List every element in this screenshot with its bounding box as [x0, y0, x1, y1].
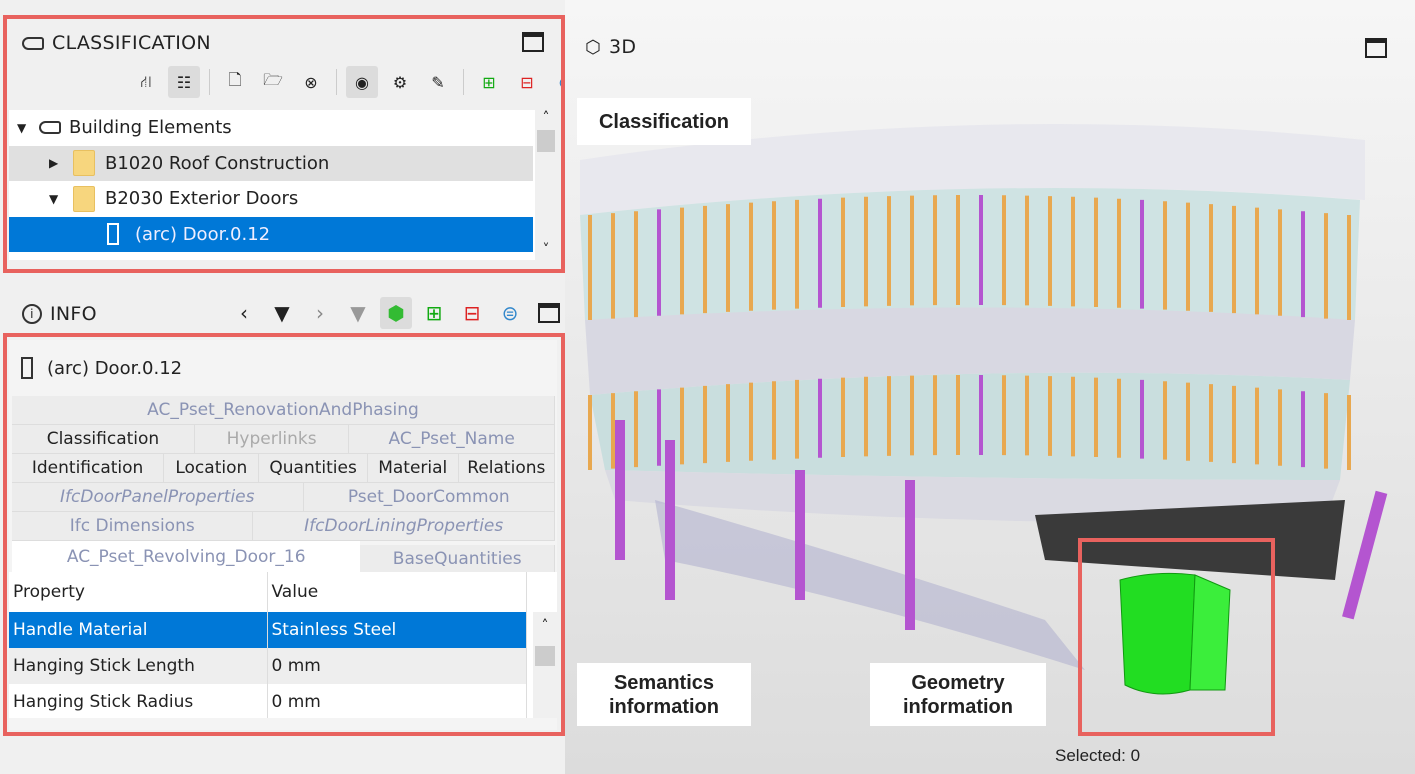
tag-icon [39, 121, 61, 135]
tab-relations[interactable]: Relations [458, 454, 555, 482]
divider [209, 69, 210, 95]
selection-status: Selected: 0 [1055, 746, 1141, 765]
tab-ifc-dimensions[interactable]: Ifc Dimensions [12, 512, 254, 540]
classification-header: CLASSIFICATION [22, 32, 211, 54]
info-toolbar: ‹ ▼ › ▼ ⬢ ⊞ ⊟ ⊜ [228, 297, 560, 329]
maximize-icon[interactable] [522, 32, 544, 52]
tree-item[interactable]: ▶ B1020 Roof Construction [9, 145, 533, 181]
new-file-icon[interactable]: 🗋 [219, 66, 251, 98]
door-icon [107, 223, 119, 246]
classification-tree: ▼ Building Elements ▶ B1020 Roof Construct… [9, 110, 557, 260]
tree-item[interactable]: ▼ B2030 Exterior Doors [9, 181, 557, 217]
forward-arrow-icon[interactable]: › [304, 297, 336, 329]
info-icon: i [22, 304, 42, 324]
bag-remove-icon[interactable]: ⊟ [511, 66, 543, 98]
divider [336, 69, 337, 95]
maximize-icon[interactable] [538, 303, 560, 323]
classification-toolbar: ⛙ ☷ 🗋 🗁 ⊗ ◉ ⚙ ✎ ⊞ ⊟ ⊜ [130, 66, 581, 98]
dropdown-disabled-icon: ▼ [350, 301, 366, 325]
value-cell: Stainless Steel [267, 612, 527, 648]
tab-location[interactable]: Location [164, 454, 260, 482]
table-row-selected[interactable]: Handle Material Stainless Steel [9, 612, 527, 648]
open-folder-icon[interactable]: 🗁 [257, 66, 289, 98]
bag-equal-icon[interactable]: ⊜ [494, 297, 526, 329]
element-name: (arc) Door.0.12 [47, 357, 183, 379]
tree-item[interactable]: ▼ Building Elements [9, 110, 557, 146]
selected-door-wing [1189, 574, 1231, 691]
expanded-triangle-icon[interactable]: ▼ [17, 121, 31, 135]
bag-remove-icon[interactable]: ⊟ [456, 297, 488, 329]
back-arrow-icon[interactable]: ‹ [228, 297, 260, 329]
table-scrollbar[interactable]: ˄ [533, 612, 557, 718]
value-cell: 0 mm [267, 684, 527, 718]
tab-ifc-door-panel[interactable]: IfcDoorPanelProperties [12, 483, 304, 511]
classification-title: CLASSIFICATION [52, 32, 211, 54]
select-objects-icon[interactable]: ⬢ [380, 297, 412, 329]
info-title: INFO [50, 303, 97, 325]
annotation-geometry: Geometry information [870, 663, 1046, 726]
upper-glazing [580, 188, 1360, 320]
info-header: i INFO [22, 303, 97, 325]
tag-icon [22, 36, 44, 50]
divider [463, 69, 464, 95]
selected-door-geometry [1119, 572, 1196, 695]
tree-item-label: B1020 Roof Construction [105, 152, 330, 174]
close-circle-icon[interactable]: ⊗ [295, 66, 327, 98]
tab-pset-door-common[interactable]: Pset_DoorCommon [303, 483, 555, 511]
door-icon [21, 357, 33, 379]
tree-list-icon[interactable]: ☷ [168, 66, 200, 98]
tree-scrollbar[interactable]: ˄ ˅ [535, 110, 557, 260]
column-header-property[interactable]: Property [9, 572, 268, 612]
edit-document-icon[interactable]: ✎ [422, 66, 454, 98]
tab-renovation[interactable]: AC_Pset_RenovationAndPhasing [12, 396, 555, 424]
tab-ifc-door-lining[interactable]: IfcDoorLiningProperties [253, 512, 555, 540]
folder-icon [73, 150, 95, 177]
info-content: (arc) Door.0.12 AC_Pset_RenovationAndPha… [9, 340, 557, 730]
dropdown-icon[interactable]: ▼ [266, 297, 298, 329]
gear-icon[interactable]: ⚙ [384, 66, 416, 98]
tree-item-label: Building Elements [69, 117, 232, 139]
property-cell: Handle Material [9, 612, 268, 648]
tab-classification[interactable]: Classification [12, 425, 195, 453]
tree-item-label: B2030 Exterior Doors [105, 188, 299, 210]
property-cell: Hanging Stick Radius [9, 684, 268, 718]
table-row[interactable]: Hanging Stick Length 0 mm [9, 648, 527, 684]
left-panel: CLASSIFICATION ⛙ ☷ 🗋 🗁 ⊗ ◉ ⚙ ✎ ⊞ ⊟ ⊜ ▼ Bu… [0, 0, 572, 774]
tab-base-quantities[interactable]: BaseQuantities [360, 545, 555, 572]
tab-identification[interactable]: Identification [12, 454, 165, 482]
property-tabs: AC_Pset_RenovationAndPhasing Classificat… [12, 396, 555, 572]
folder-icon [73, 185, 95, 212]
tab-quantities[interactable]: Quantities [259, 454, 368, 482]
tab-ac-pset-name[interactable]: AC_Pset_Name [349, 425, 555, 453]
element-title: (arc) Door.0.12 [9, 340, 557, 396]
tab-material[interactable]: Material [367, 454, 459, 482]
value-cell: 0 mm [267, 648, 527, 684]
tree-item-label: (arc) Door.0.12 [135, 223, 271, 245]
tab-hyperlinks[interactable]: Hyperlinks [194, 425, 350, 453]
column-header-value[interactable]: Value [267, 572, 527, 612]
tab-revolving-door-active[interactable]: AC_Pset_Revolving_Door_16 [12, 541, 361, 572]
property-cell: Hanging Stick Length [9, 648, 268, 684]
ground-facade [655, 500, 1085, 670]
tree-item-selected[interactable]: (arc) Door.0.12 [9, 216, 533, 252]
hide-eye-icon[interactable]: ◉ [346, 66, 378, 98]
table-header: Property Value [9, 572, 527, 612]
table-row[interactable]: Hanging Stick Radius 0 mm [9, 684, 527, 718]
bag-add-icon[interactable]: ⊞ [418, 297, 450, 329]
bag-add-icon[interactable]: ⊞ [473, 66, 505, 98]
annotation-classification: Classification [577, 98, 751, 145]
property-table: Property Value Handle Material Stainless S… [9, 572, 557, 718]
tree-branch-icon[interactable]: ⛙ [130, 66, 162, 98]
expanded-triangle-icon[interactable]: ▼ [49, 192, 63, 206]
collapsed-triangle-icon[interactable]: ▶ [49, 156, 63, 170]
annotation-semantics: Semantics information [577, 663, 751, 726]
